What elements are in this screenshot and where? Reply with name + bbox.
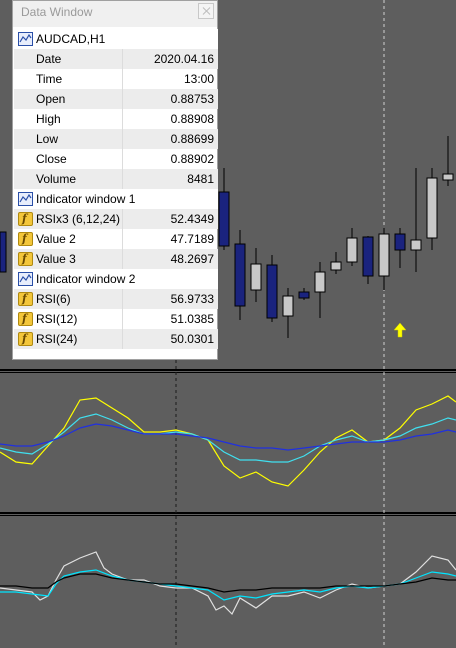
field-value: 0.88699 (170, 132, 214, 146)
chart-window-icon (18, 32, 33, 46)
indicator-value: 56.9733 (170, 292, 214, 306)
panel-separator-2b (0, 515, 456, 516)
indicator-window-2-header[interactable]: Indicator window 2 (14, 269, 218, 289)
indicator-label: Value 3 (36, 252, 76, 266)
symbol-header-label: AUDCAD,H1 (36, 32, 106, 46)
function-icon: f (18, 312, 33, 326)
panel-separator-1[interactable] (0, 369, 456, 371)
candle-body (410, 239, 422, 251)
panel-separator-1b (0, 372, 456, 373)
candle-body (442, 173, 454, 181)
indicator-row: f Value 2 47.7189 (14, 229, 218, 249)
field-row-low: Low 0.88699 (14, 129, 218, 149)
field-row-date: Date 2020.04.16 (14, 49, 218, 69)
candle-body (266, 264, 278, 319)
chart-window-icon (18, 272, 33, 286)
candle-body (314, 271, 326, 293)
field-value: 0.88908 (170, 112, 214, 126)
candle-body (234, 243, 246, 307)
indicator-row: f RSI(24) 50.0301 (14, 329, 218, 349)
indicator-label: RSI(12) (36, 312, 78, 326)
indicator-value: 51.0385 (170, 312, 214, 326)
function-icon: f (18, 292, 33, 306)
indicator-label: RSIx3 (6,12,24) (36, 212, 121, 226)
indicator-window-1-header[interactable]: Indicator window 1 (14, 189, 218, 209)
candle-body (282, 295, 294, 317)
field-row-time: Time 13:00 (14, 69, 218, 89)
indicator-label: Value 2 (36, 232, 76, 246)
candle-body (394, 233, 406, 251)
indicator-window-1-label: Indicator window 1 (36, 192, 136, 206)
data-window-table: AUDCAD,H1 Date 2020.04.16 Time 13:00 Ope… (14, 29, 218, 349)
candle-body (346, 237, 358, 263)
field-label: Close (36, 152, 67, 166)
field-row-close: Close 0.88902 (14, 149, 218, 169)
candle-body (250, 263, 262, 291)
indicator-label: RSI(24) (36, 332, 78, 346)
indicator-row: f RSI(6) 56.9733 (14, 289, 218, 309)
field-row-volume: Volume 8481 (14, 169, 218, 189)
field-label: Volume (36, 172, 77, 186)
field-value: 2020.04.16 (153, 52, 214, 66)
up-arrow-icon (392, 322, 408, 340)
symbol-header-row[interactable]: AUDCAD,H1 (14, 29, 218, 49)
data-window[interactable]: Data Window AUDCAD,H1 Date 2020.04.16 Ti… (12, 0, 218, 360)
candle-body (378, 233, 390, 277)
candle-body (218, 191, 230, 247)
field-label: High (36, 112, 61, 126)
field-value: 0.88902 (170, 152, 214, 166)
indicator-value: 50.0301 (170, 332, 214, 346)
candle-body (330, 261, 342, 271)
candle-body (298, 291, 310, 299)
field-value: 0.88753 (170, 92, 214, 106)
field-label: Time (36, 72, 63, 86)
function-icon: f (18, 232, 33, 246)
panel-separator-2[interactable] (0, 512, 456, 514)
field-row-high: High 0.88908 (14, 109, 218, 129)
field-label: Date (36, 52, 62, 66)
chart-window-icon (18, 192, 33, 206)
indicator-value: 48.2697 (170, 252, 214, 266)
close-icon[interactable] (198, 3, 214, 19)
field-label: Open (36, 92, 66, 106)
candle-body (362, 236, 374, 277)
candle-body (0, 231, 7, 273)
indicator-value: 47.7189 (170, 232, 214, 246)
indicator-window-2-label: Indicator window 2 (36, 272, 136, 286)
indicator-value: 52.4349 (170, 212, 214, 226)
indicator-label: RSI(6) (36, 292, 71, 306)
data-window-title-bar[interactable]: Data Window (13, 1, 217, 27)
candle-body (426, 177, 438, 239)
indicator-row: f RSIx3 (6,12,24) 52.4349 (14, 209, 218, 229)
indicator-row: f RSI(12) 51.0385 (14, 309, 218, 329)
field-label: Low (36, 132, 59, 146)
data-window-title: Data Window (21, 5, 93, 19)
function-icon: f (18, 212, 33, 226)
field-row-open: Open 0.88753 (14, 89, 218, 109)
field-value: 8481 (187, 172, 214, 186)
field-value: 13:00 (183, 72, 214, 86)
function-icon: f (18, 332, 33, 346)
indicator-row: f Value 3 48.2697 (14, 249, 218, 269)
function-icon: f (18, 252, 33, 266)
